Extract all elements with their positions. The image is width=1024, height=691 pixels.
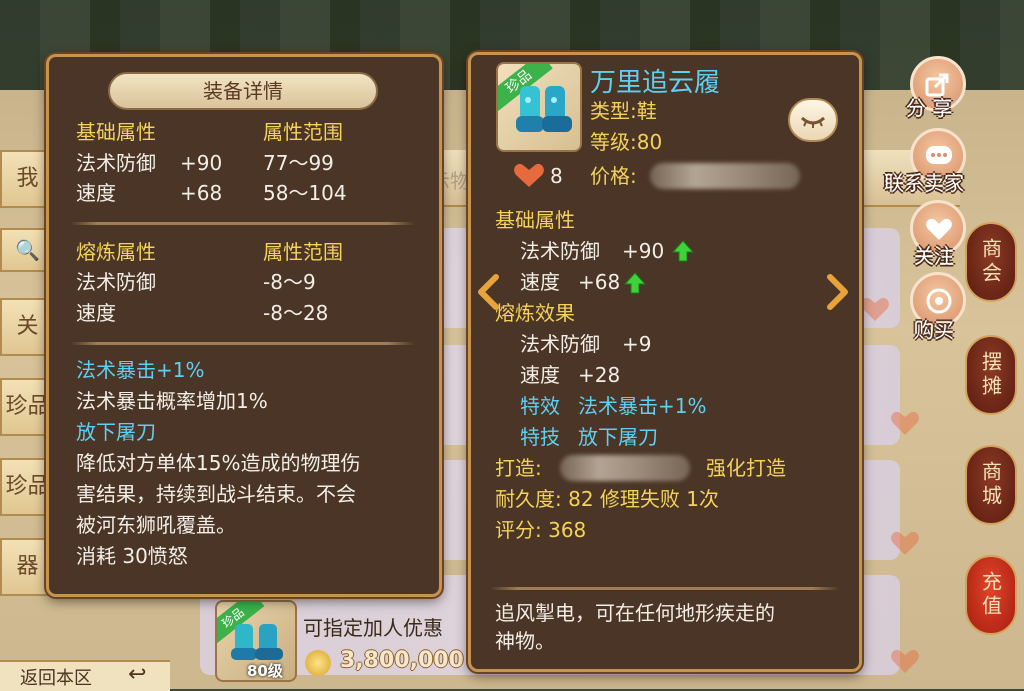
item-name: 万里追云履 (590, 68, 721, 98)
forger-blurred (560, 455, 690, 481)
heart-icon (926, 218, 952, 240)
effect-value: 法术暴击+1% (578, 394, 707, 418)
tab-recharge[interactable]: 充值 (965, 555, 1017, 635)
stat-value: +68 (578, 270, 621, 294)
stat-value: +90 (622, 239, 665, 263)
special-effect-name: 法术暴击+1% (76, 358, 205, 382)
panel-title: 装备详情 (108, 72, 378, 110)
prev-item-arrow-icon[interactable] (476, 274, 500, 310)
bottom-item-level: 80级 (247, 662, 283, 680)
skill-desc-line: 被河东狮吼覆盖。 (76, 513, 236, 537)
item-description-line: 追风掣电，可在任何地形疾走的 (495, 601, 775, 625)
score: 评分: 368 (495, 518, 587, 542)
listing-heart-3[interactable] (890, 530, 920, 562)
buy-label[interactable]: 购买 (914, 314, 954, 343)
stat-name: 速度 (76, 181, 116, 205)
search-icon: 🔍 (15, 238, 40, 262)
smelt-stat-name: 速度 (76, 301, 116, 325)
smelt-range-header: 属性范围 (263, 240, 343, 264)
smelt-stat-range: -8～9 (263, 270, 316, 294)
stat-name: 速度 (520, 270, 560, 294)
smelt-stat-value: +9 (622, 332, 652, 356)
smelt-stat-range: -8～28 (263, 301, 329, 325)
listing-heart-2[interactable] (890, 410, 920, 442)
tab-stall[interactable]: 摆摊 (965, 335, 1017, 415)
like-count: 8 (550, 164, 563, 188)
up-arrow-icon (672, 240, 694, 262)
base-attr-header: 基础属性 (495, 208, 575, 232)
price-blurred (650, 163, 800, 189)
special-effect-desc: 法术暴击概率增加1% (76, 389, 268, 413)
bottom-item-icon[interactable]: 珍品 80级 (215, 600, 297, 682)
smelt-stat-name: 法术防御 (76, 270, 156, 294)
back-label: 返回本区 (20, 668, 92, 689)
divider (490, 587, 840, 590)
bottom-item-name: 可指定加人优惠 (303, 616, 443, 640)
stat-value: +90 (180, 151, 223, 175)
forge-type: 强化打造 (706, 456, 786, 480)
boots-icon (231, 624, 283, 660)
boots-icon (516, 86, 572, 132)
up-arrow-icon (624, 272, 646, 294)
skill-label: 特技 (520, 425, 560, 449)
stat-range: 58～104 (263, 181, 347, 205)
skill-cost: 消耗 30愤怒 (76, 544, 188, 568)
price-label: 价格: (590, 164, 637, 188)
smelt-stat-value: +28 (578, 363, 621, 387)
divider (70, 342, 415, 345)
share-label[interactable]: 分 享 (906, 92, 952, 121)
base-attr-header: 基础属性 (76, 120, 156, 144)
range-header: 属性范围 (263, 120, 343, 144)
item-icon-slot: 珍品 (496, 62, 582, 152)
item-description-line: 神物。 (495, 629, 555, 653)
stat-value: +68 (180, 181, 223, 205)
next-item-arrow-icon[interactable] (826, 274, 850, 310)
eye-icon (800, 116, 826, 128)
return-arrow-icon: ↩ (128, 662, 147, 687)
contact-seller-label[interactable]: 联系卖家 (884, 167, 964, 196)
smelt-stat-name: 速度 (520, 363, 560, 387)
coin-icon (305, 650, 331, 676)
bottom-item-price: 3,800,000 (340, 648, 464, 673)
stat-name: 法术防御 (76, 151, 156, 175)
durability: 耐久度: 82 修理失败 1次 (495, 487, 719, 511)
skill-name: 放下屠刀 (76, 420, 156, 444)
divider (70, 222, 415, 225)
tab-chamber-of-commerce[interactable]: 商会 (965, 222, 1017, 302)
like-heart-icon[interactable] (512, 162, 546, 188)
listing-heart-4[interactable] (890, 648, 920, 680)
skill-value: 放下屠刀 (578, 425, 658, 449)
effect-label: 特效 (520, 394, 560, 418)
skill-desc-line: 害结果，持续到战斗结束。不会 (76, 482, 356, 506)
buy-icon (926, 288, 952, 314)
view-model-button[interactable] (788, 98, 838, 142)
stat-name: 法术防御 (520, 239, 600, 263)
item-level: 等级:80 (590, 130, 663, 154)
smelt-effect-header: 熔炼效果 (495, 301, 575, 325)
smelt-attr-header: 熔炼属性 (76, 240, 156, 264)
back-to-region-button[interactable]: 返回本区 ↩ (0, 660, 170, 691)
listing-heart-1[interactable] (860, 296, 890, 328)
chat-icon (926, 146, 952, 164)
stat-range: 77～99 (263, 151, 334, 175)
forge-label: 打造: (495, 456, 542, 480)
follow-label[interactable]: 关注 (914, 240, 954, 269)
skill-desc-line: 降低对方单体15%造成的物理伤 (76, 451, 361, 475)
item-type: 类型:鞋 (590, 99, 657, 123)
tab-mall[interactable]: 商城 (965, 445, 1017, 525)
smelt-stat-name: 法术防御 (520, 332, 600, 356)
